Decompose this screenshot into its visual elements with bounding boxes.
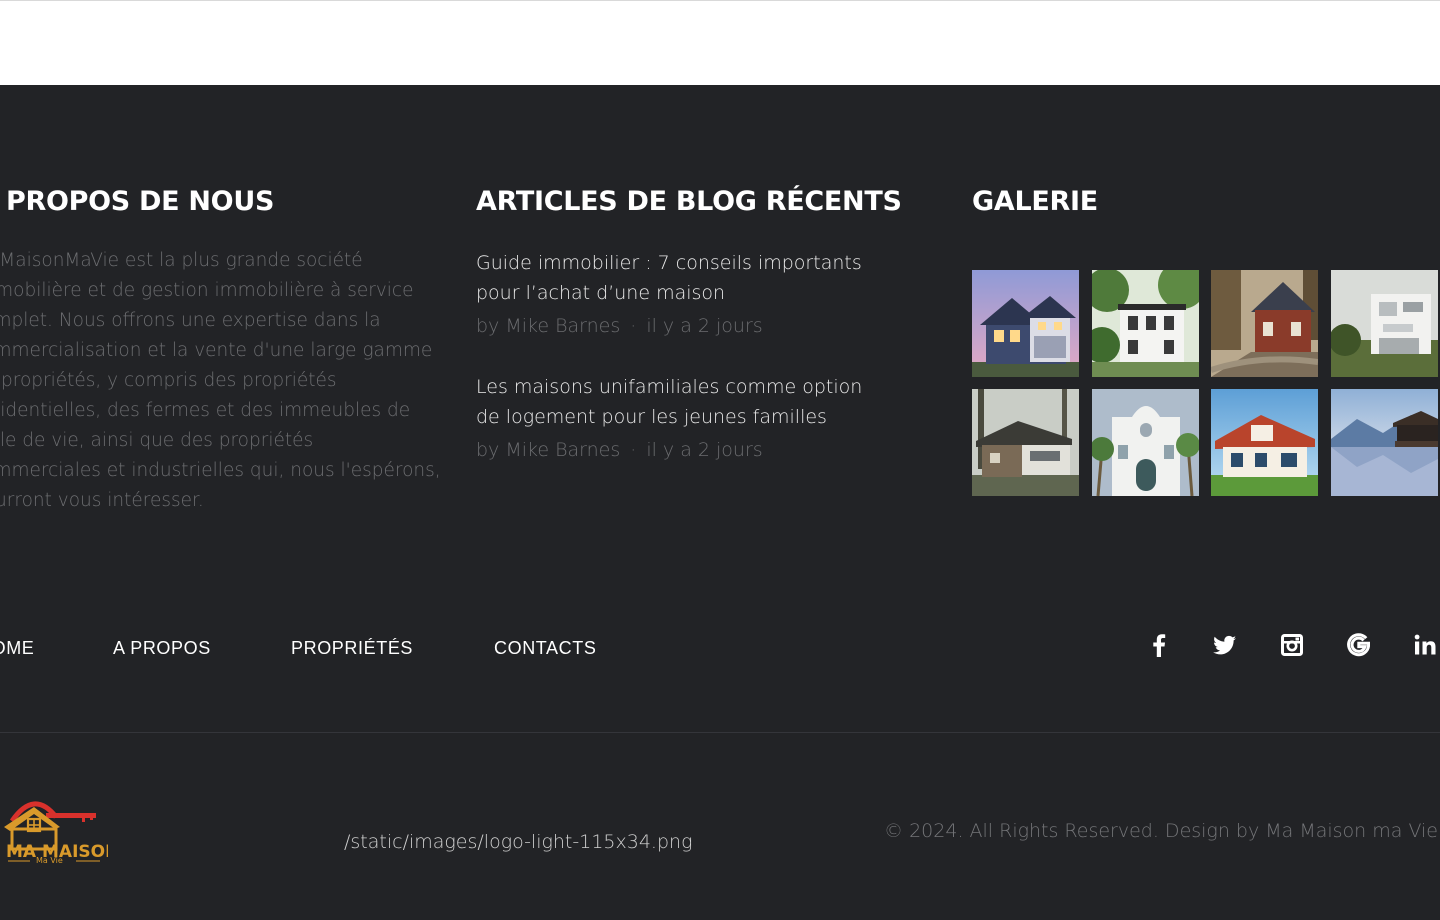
meta-separator: · xyxy=(630,439,637,461)
blog-title: ARTICLES DE BLOG RÉCENTS xyxy=(476,186,902,217)
nav-link-home[interactable]: HOME xyxy=(0,638,34,659)
stone-house-forest-image[interactable] xyxy=(972,389,1079,496)
nav-link-proprietes[interactable]: PROPRIÉTÉS xyxy=(291,638,413,659)
about-text: MaMaisonMaVie est la plus grande société… xyxy=(0,250,441,511)
modern-white-house-image[interactable] xyxy=(1331,270,1438,377)
logo-path-text: /static/images/logo-light-115x34.png xyxy=(344,831,693,853)
post-date: il y a 2 jours xyxy=(646,315,763,337)
site-footer: PROPOS DE NOUS MaMaisonMaVie est la plus… xyxy=(0,85,1440,920)
house-dusk-image[interactable] xyxy=(972,270,1079,377)
about-title: PROPOS DE NOUS xyxy=(6,186,275,217)
post-date: il y a 2 jours xyxy=(646,439,763,461)
blog-post-meta: by Mike Barnes · il y a 2 jours xyxy=(476,315,876,337)
twitter-icon[interactable] xyxy=(1213,633,1237,657)
blog-post: Les maisons unifamiliales comme option d… xyxy=(476,372,876,461)
red-roof-villa-image[interactable] xyxy=(1211,389,1318,496)
blog-post-title-link[interactable]: Guide immobilier : 7 conseils importants… xyxy=(476,248,876,308)
white-house-trees-image[interactable] xyxy=(1092,270,1199,377)
meta-separator: · xyxy=(630,315,637,337)
brand-logo[interactable]: MA MAISON Ma Vie xyxy=(0,791,119,865)
red-brick-house-image[interactable] xyxy=(1211,270,1318,377)
linkedin-icon[interactable] xyxy=(1414,633,1438,657)
top-header-bar xyxy=(0,0,1440,85)
copyright-text: © 2024. All Rights Reserved. Design by M… xyxy=(884,820,1438,842)
post-author: by Mike Barnes xyxy=(476,315,621,337)
instagram-icon[interactable] xyxy=(1281,633,1303,657)
white-mediterranean-house-image[interactable] xyxy=(1092,389,1199,496)
facebook-icon[interactable] xyxy=(1148,633,1170,657)
blog-post-title-link[interactable]: Les maisons unifamiliales comme option d… xyxy=(476,372,876,432)
blog-post: Guide immobilier : 7 conseils importants… xyxy=(476,248,876,337)
logo-subtext: Ma Vie xyxy=(36,856,63,865)
blog-post-meta: by Mike Barnes · il y a 2 jours xyxy=(476,439,876,461)
google-icon[interactable] xyxy=(1347,633,1370,657)
nav-link-a-propos[interactable]: A PROPOS xyxy=(113,638,211,659)
post-author: by Mike Barnes xyxy=(476,439,621,461)
lake-house-mountains-image[interactable] xyxy=(1331,389,1438,496)
footer-divider xyxy=(0,732,1440,733)
nav-link-contacts[interactable]: CONTACTS xyxy=(494,638,596,659)
gallery-title: GALERIE xyxy=(972,186,1098,217)
